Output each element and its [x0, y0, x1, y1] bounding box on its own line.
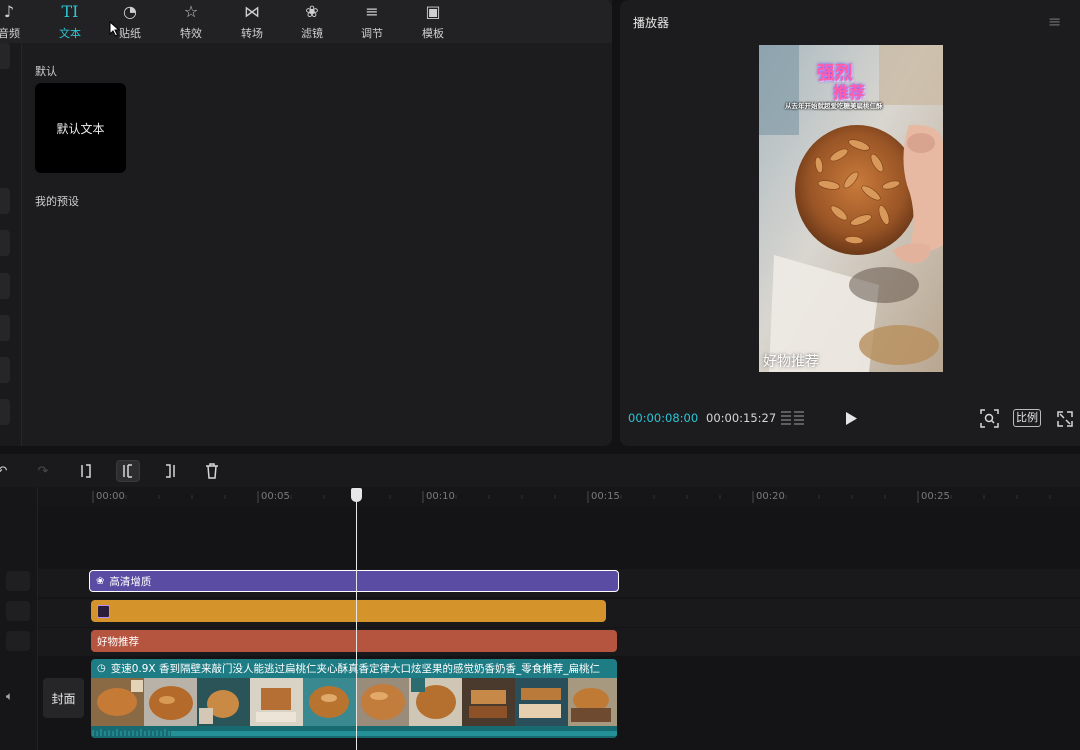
effects-icon: ☆ — [183, 2, 199, 21]
tab-effects[interactable]: ☆ 特效 — [166, 2, 216, 42]
category-tab-bar: ♪ 音频 TI 文本 ◔ 贴纸 ☆ 特效 ⋈ 转场 ❀ 滤镜 ≡ 调节 ▣ 模板 — [0, 0, 612, 43]
video-thumbnails — [91, 678, 617, 738]
ruler-label: 00:20 — [756, 491, 785, 502]
aspect-ratio-button[interactable]: 比例 — [1013, 409, 1041, 427]
overlay-subtitle: 从去年开始就超爱吃糖美扁桃仁酥 — [785, 102, 883, 110]
sidebar-item[interactable] — [0, 315, 10, 341]
playhead-handle[interactable] — [351, 488, 362, 502]
my-presets-section-label: 我的预设 — [35, 195, 79, 208]
sticker-thumbnail-icon — [97, 604, 110, 618]
current-time: 00:00:08:00 — [628, 411, 699, 425]
redo-icon[interactable]: ↷ — [31, 460, 55, 482]
zoom-fit-icon[interactable] — [980, 409, 999, 428]
track-control[interactable] — [6, 571, 30, 591]
ruler-label: 00:05 — [261, 491, 290, 502]
split-icon[interactable] — [116, 460, 140, 482]
video-clip[interactable]: ◷ 变速0.9X 香到隔壁来敲门没人能逃过扁桃仁夹心酥真香定律大口炫坚果的感觉奶… — [91, 659, 617, 738]
media-library-panel — [0, 0, 612, 446]
tab-text[interactable]: TI 文本 — [45, 2, 95, 42]
text-icon: TI — [61, 2, 79, 21]
menu-icon[interactable]: ≡ — [1048, 12, 1061, 31]
ruler-label: 00:15 — [591, 491, 620, 502]
text-clip-label: 好物推荐 — [97, 635, 139, 648]
track-control[interactable] — [6, 601, 30, 621]
text-clip[interactable]: 好物推荐 — [91, 630, 617, 652]
default-text-preset[interactable]: 默认文本 — [35, 83, 126, 173]
tab-adjust[interactable]: ≡ 调节 — [347, 2, 397, 42]
cover-button[interactable]: 封面 — [43, 678, 84, 718]
sub-category-sidebar — [0, 43, 22, 446]
track-header-column: 🔈︎ — [0, 487, 38, 750]
total-time: 00:00:15:27 — [706, 411, 777, 425]
adjust-icon: ≡ — [365, 2, 379, 21]
overlay-bottom-text: 好物推荐 — [763, 354, 819, 370]
filter-clip-label: 高清增质 — [109, 575, 152, 588]
video-preview[interactable]: 强烈 推荐 从去年开始就超爱吃糖美扁桃仁酥 好物推荐 — [759, 45, 943, 372]
split-left-icon[interactable] — [74, 460, 98, 482]
filter-clip[interactable]: ❀ 高清增质 — [89, 570, 619, 592]
default-section-label: 默认 — [35, 65, 57, 78]
volume-icon[interactable]: 🔈︎ — [6, 689, 13, 704]
template-icon: ▣ — [425, 2, 441, 21]
ruler-label: 00:10 — [426, 491, 455, 502]
sidebar-item[interactable] — [0, 230, 10, 256]
delete-icon[interactable] — [200, 460, 224, 482]
fullscreen-icon[interactable] — [1057, 411, 1073, 427]
filter-icon: ❀ — [305, 2, 319, 21]
tab-templates[interactable]: ▣ 模板 — [408, 2, 458, 42]
timeline-grid-icon[interactable] — [781, 410, 805, 426]
player-title: 播放器 — [633, 16, 670, 30]
sidebar-item[interactable] — [0, 399, 10, 425]
speed-icon: ◷ — [97, 663, 106, 674]
tab-filters[interactable]: ❀ 滤镜 — [287, 2, 337, 42]
audio-icon: ♪ — [3, 2, 15, 21]
ruler-label: 00:25 — [921, 491, 950, 502]
transition-icon: ⋈ — [244, 2, 260, 21]
mouse-cursor-icon — [109, 21, 121, 37]
ruler-label: 00:00 — [96, 491, 125, 502]
tab-audio[interactable]: ♪ 音频 — [0, 2, 34, 42]
timeline-ruler[interactable] — [0, 487, 1080, 507]
filter-icon: ❀ — [96, 575, 105, 587]
sidebar-item[interactable] — [0, 188, 10, 214]
undo-icon[interactable]: ↶ — [0, 460, 14, 482]
tab-transitions[interactable]: ⋈ 转场 — [227, 2, 277, 42]
track-control[interactable] — [6, 631, 30, 651]
sidebar-item[interactable] — [0, 357, 10, 383]
sticker-icon: ◔ — [123, 2, 137, 21]
sticker-clip[interactable] — [91, 600, 606, 622]
play-icon[interactable] — [844, 411, 858, 426]
split-right-icon[interactable] — [158, 460, 182, 482]
sidebar-item[interactable] — [0, 43, 10, 69]
playhead-line — [356, 500, 357, 750]
timeline-toolbar: ↶ ↷ — [0, 454, 1080, 487]
sidebar-item[interactable] — [0, 273, 10, 299]
